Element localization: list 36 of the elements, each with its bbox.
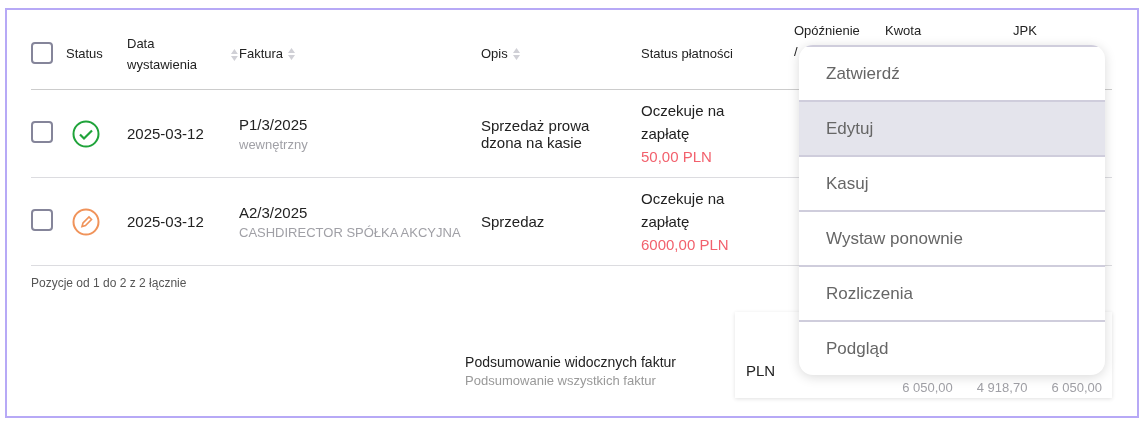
pagination-info: Pozycje od 1 do 2 z 2 łącznie: [31, 275, 188, 290]
total-amount: 6 050,00: [902, 380, 953, 395]
column-header: Status płatności: [641, 45, 733, 64]
menu-item[interactable]: Kasuj: [799, 155, 1105, 210]
menu-item[interactable]: Rozliczenia: [799, 265, 1105, 320]
check-circle-icon: [72, 119, 100, 148]
checkbox[interactable]: [31, 209, 53, 231]
pencil-circle-icon: [72, 207, 100, 236]
total-amount: 4 918,70: [976, 380, 1028, 395]
payment-status: Oczekuje na zapłatę: [641, 100, 726, 144]
checkbox[interactable]: [31, 121, 53, 143]
date-cell: 2025-03-12: [127, 125, 204, 142]
description-cell-text: Sprzedaz: [481, 213, 546, 230]
column-header: Kwota: [885, 22, 922, 40]
summary-title: Podsumowanie widocznych faktur: [465, 354, 676, 370]
column-header[interactable]: Faktura: [239, 44, 284, 65]
column-header: Status: [66, 45, 103, 64]
menu-item[interactable]: Edytuj: [799, 100, 1105, 155]
invoice-number: A2/3/2025: [239, 203, 309, 221]
description-cell-text: Sprzedaż prowa dzona na kasie: [481, 116, 591, 151]
column-header[interactable]: Data wystawienia: [127, 33, 227, 76]
column-header: JPK: [1013, 22, 1037, 40]
invoice-number: P1/3/2025: [239, 115, 309, 133]
total-amount: 6 050,00: [1051, 380, 1102, 395]
column-header[interactable]: Opis: [481, 44, 508, 65]
payment-status: Oczekuje na zapłatę: [641, 188, 726, 232]
invoice-note: CASHDIRECTOR SPÓŁKA AKCYJNA: [239, 224, 462, 240]
menu-item[interactable]: Podgląd: [799, 320, 1105, 375]
invoice-note: wewnętrzny: [239, 136, 309, 152]
summary-subtitle: Podsumowanie wszystkich faktur: [465, 373, 657, 388]
amount-due: 6000,00 PLN: [641, 235, 730, 256]
currency-label: PLN: [746, 362, 776, 379]
menu-item[interactable]: Wystaw ponownie: [799, 210, 1105, 265]
checkbox[interactable]: [31, 42, 53, 64]
date-cell: 2025-03-12: [127, 213, 204, 230]
amount-due: 50,00 PLN: [641, 147, 713, 168]
